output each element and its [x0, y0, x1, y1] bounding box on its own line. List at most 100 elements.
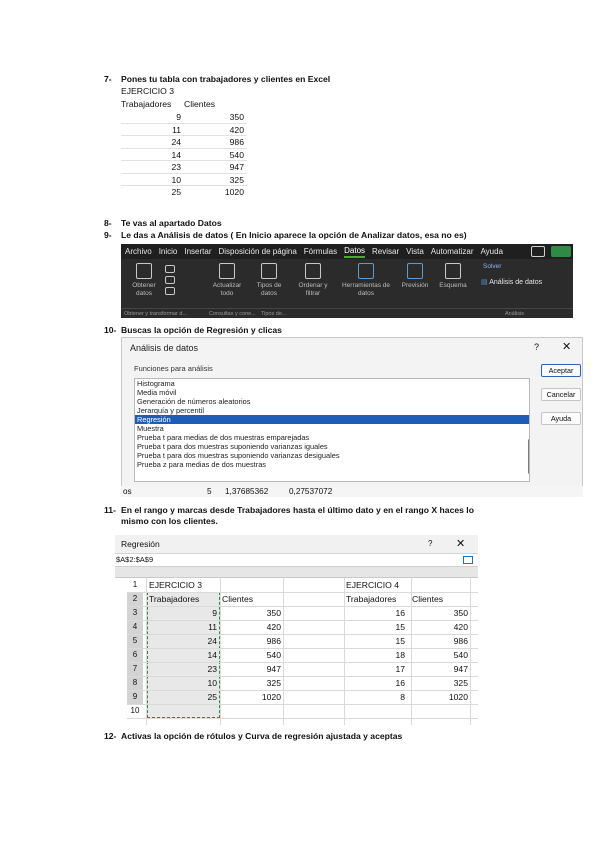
cell[interactable]: 420 — [412, 620, 468, 634]
list-item[interactable]: Jerarquía y percentil — [135, 406, 529, 415]
range-input[interactable]: $A$2:$A$9 — [115, 554, 478, 567]
cell[interactable]: 8 — [346, 690, 405, 704]
row-number[interactable]: 7 — [127, 662, 143, 676]
list-item-regresion[interactable]: Regresión — [135, 415, 529, 424]
comments-icon[interactable] — [531, 246, 545, 257]
close-icon[interactable]: ✕ — [562, 340, 571, 353]
cell: 350 — [229, 112, 244, 122]
cell[interactable]: 10 — [149, 676, 217, 690]
range-value: $A$2:$A$9 — [116, 555, 154, 564]
cell[interactable]: 24 — [149, 634, 217, 648]
close-icon[interactable]: ✕ — [456, 537, 465, 550]
group-ordenar-filtrar[interactable]: Ordenar y filtrar — [293, 263, 333, 298]
cell[interactable]: 14 — [149, 648, 217, 662]
tab-insertar[interactable]: Insertar — [184, 247, 211, 256]
row-number[interactable]: 1 — [127, 578, 143, 592]
cell[interactable]: 325 — [222, 676, 281, 690]
cell[interactable]: 947 — [222, 662, 281, 676]
tab-inicio[interactable]: Inicio — [159, 247, 178, 256]
cell[interactable]: 350 — [222, 606, 281, 620]
grid-vline — [470, 578, 471, 725]
cell-header[interactable]: Trabajadores — [149, 592, 199, 606]
functions-listbox[interactable]: Histograma Media móvil Generación de núm… — [134, 378, 530, 482]
cell[interactable]: 15 — [346, 620, 405, 634]
row-number[interactable]: 9 — [127, 690, 143, 704]
group-tipos-datos[interactable]: Tipos de datos — [253, 263, 285, 298]
row-number[interactable]: 2 — [127, 592, 143, 606]
cell[interactable]: 9 — [149, 606, 217, 620]
help-icon[interactable]: ? — [534, 342, 539, 352]
cell[interactable]: 16 — [346, 676, 405, 690]
list-item[interactable]: Prueba t para dos muestras suponiendo va… — [135, 451, 529, 460]
edit-mode-icon[interactable] — [551, 246, 571, 257]
list-item[interactable]: Muestra — [135, 424, 529, 433]
tab-automatizar[interactable]: Automatizar — [431, 247, 474, 256]
row-number[interactable]: 6 — [127, 648, 143, 662]
tab-archivo[interactable]: Archivo — [125, 247, 152, 256]
row-number[interactable]: 5 — [127, 634, 143, 648]
tab-ayuda[interactable]: Ayuda — [480, 247, 503, 256]
cell[interactable]: 986 — [222, 634, 281, 648]
cancelar-button[interactable]: Cancelar — [541, 388, 581, 401]
cell-header[interactable]: Trabajadores — [346, 592, 396, 606]
cell[interactable]: 350 — [412, 606, 468, 620]
cell[interactable]: 325 — [412, 676, 468, 690]
list-item[interactable]: Histograma — [135, 379, 529, 388]
group-actualizar[interactable]: Actualizar todo — [209, 263, 245, 298]
tab-vista[interactable]: Vista — [406, 247, 424, 256]
table-row: 24 986 — [121, 136, 247, 149]
collapse-dialog-icon[interactable] — [463, 556, 473, 564]
cell[interactable]: 540 — [222, 648, 281, 662]
row-number[interactable]: 4 — [127, 620, 143, 634]
cell[interactable]: 986 — [412, 634, 468, 648]
cell-header[interactable]: Clientes — [412, 592, 443, 606]
list-item[interactable]: Prueba t para medias de dos muestras emp… — [135, 433, 529, 442]
solver-button[interactable]: Solver — [483, 263, 501, 271]
cell[interactable]: 420 — [222, 620, 281, 634]
excel-table-ejercicio-3: EJERCICIO 3 Trabajadores Clientes 9 350 1… — [121, 86, 247, 199]
aceptar-button[interactable]: Aceptar — [541, 364, 581, 377]
group-obtener-datos[interactable]: Obtener datos — [129, 263, 159, 298]
step-number: 10- — [104, 325, 117, 335]
group-herramientas[interactable]: Herramientas de datos — [341, 263, 391, 298]
row-number[interactable]: 10 — [127, 704, 143, 718]
cell[interactable]: 17 — [346, 662, 405, 676]
row-number[interactable]: 8 — [127, 676, 143, 690]
cell[interactable]: 16 — [346, 606, 405, 620]
row-number[interactable]: 3 — [127, 606, 143, 620]
tab-revisar[interactable]: Revisar — [372, 247, 399, 256]
ayuda-button[interactable]: Ayuda — [541, 412, 581, 425]
analisis-datos-button[interactable]: ▤ Análisis de datos — [481, 279, 542, 287]
group-label-obtener: Obtener y transformar d... — [124, 311, 187, 317]
list-item[interactable]: Prueba z para medias de dos muestras — [135, 460, 529, 469]
cell[interactable]: 947 — [412, 662, 468, 676]
table-header: Trabajadores Clientes — [121, 97, 247, 111]
cell-title-ejercicio-4[interactable]: EJERCICIO 4 — [346, 578, 399, 592]
excel-ribbon: Archivo Inicio Insertar Disposición de p… — [121, 244, 573, 318]
cell[interactable]: 540 — [412, 648, 468, 662]
cell[interactable]: 11 — [149, 620, 217, 634]
step-text: Activas la opción de rótulos y Curva de … — [121, 731, 403, 741]
group-prevision[interactable]: Previsión — [398, 263, 432, 290]
tab-formulas[interactable]: Fórmulas — [304, 247, 337, 256]
list-item[interactable]: Generación de números aleatorios — [135, 397, 529, 406]
cell[interactable]: 25 — [149, 690, 217, 704]
cell[interactable]: 1020 — [222, 690, 281, 704]
cell: 540 — [229, 149, 244, 160]
cell: 11 — [172, 124, 181, 135]
cell[interactable]: 23 — [149, 662, 217, 676]
group-label-analisis: Análisis — [505, 311, 524, 317]
group-label: Previsión — [401, 282, 429, 289]
tab-disposicion[interactable]: Disposición de página — [219, 247, 297, 256]
tab-datos[interactable]: Datos — [344, 246, 366, 258]
cell-header[interactable]: Clientes — [222, 592, 253, 606]
help-icon[interactable]: ? — [428, 539, 432, 548]
scrollbar-thumb[interactable] — [528, 439, 529, 474]
cell[interactable]: 18 — [346, 648, 405, 662]
cell[interactable]: 1020 — [412, 690, 468, 704]
cell-title-ejercicio-3[interactable]: EJERCICIO 3 — [149, 578, 202, 592]
list-item[interactable]: Media móvil — [135, 388, 529, 397]
cell[interactable]: 15 — [346, 634, 405, 648]
list-item[interactable]: Prueba t para dos muestras suponiendo va… — [135, 442, 529, 451]
group-esquema[interactable]: Esquema — [436, 263, 470, 290]
